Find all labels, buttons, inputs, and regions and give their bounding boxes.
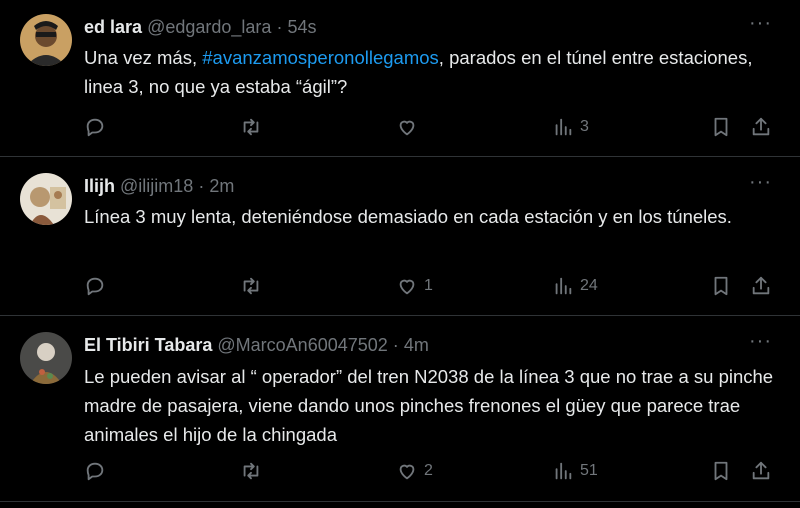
more-icon[interactable]: ··· bbox=[749, 330, 772, 353]
timestamp[interactable]: 54s bbox=[287, 17, 316, 37]
retweet-button[interactable] bbox=[240, 112, 262, 142]
reply-icon bbox=[86, 118, 104, 137]
display-name[interactable]: El Tibiri Tabara bbox=[84, 335, 212, 355]
timeline: ed lara @edgardo_lara · 54s ··· Una vez … bbox=[0, 0, 800, 508]
tweet-header: El Tibiri Tabara @MarcoAn60047502 · 4m bbox=[84, 335, 429, 356]
action-bar: 2 51 bbox=[84, 456, 784, 486]
views-button[interactable]: 3 bbox=[552, 112, 589, 142]
views-count: 51 bbox=[580, 462, 598, 479]
bookmark-button[interactable] bbox=[710, 112, 732, 142]
hashtag-link[interactable]: #avanzamosperonollegamos bbox=[202, 47, 439, 68]
share-button[interactable] bbox=[750, 112, 772, 142]
separator-dot: · bbox=[276, 17, 283, 37]
views-icon bbox=[555, 118, 572, 136]
retweet-button[interactable] bbox=[240, 456, 262, 486]
tweet[interactable]: El Tibiri Tabara @MarcoAn60047502 · 4m ·… bbox=[0, 316, 800, 502]
tweet-text-part: Una vez más, bbox=[84, 47, 203, 68]
like-icon bbox=[399, 464, 415, 480]
like-icon bbox=[399, 279, 415, 295]
bookmark-button[interactable] bbox=[710, 456, 732, 486]
reply-button[interactable] bbox=[84, 271, 106, 301]
retweet-icon bbox=[243, 118, 259, 136]
tweet-header: ed lara @edgardo_lara · 54s bbox=[84, 17, 316, 38]
timestamp[interactable]: 2m bbox=[209, 176, 234, 196]
reply-button[interactable] bbox=[84, 456, 106, 486]
timestamp[interactable]: 4m bbox=[404, 335, 429, 355]
user-handle[interactable]: @edgardo_lara bbox=[147, 17, 271, 37]
like-button[interactable]: 2 bbox=[396, 456, 433, 486]
tweet-text: Le pueden avisar al “ operador” del tren… bbox=[84, 366, 774, 445]
tweet-header: Ilijh @ilijim18 · 2m bbox=[84, 176, 234, 197]
like-button[interactable] bbox=[396, 112, 424, 142]
tweet[interactable]: ed lara @edgardo_lara · 54s ··· Una vez … bbox=[0, 0, 800, 157]
reply-icon bbox=[86, 277, 104, 296]
action-bar: 3 bbox=[84, 112, 784, 142]
action-bar: 1 24 bbox=[84, 271, 784, 301]
share-icon bbox=[752, 276, 770, 295]
views-count: 24 bbox=[580, 277, 598, 294]
tweet[interactable]: Ilijh @ilijim18 · 2m ··· Línea 3 muy len… bbox=[0, 157, 800, 316]
retweet-button[interactable] bbox=[240, 271, 262, 301]
like-icon bbox=[399, 120, 415, 136]
like-count: 1 bbox=[424, 277, 433, 294]
more-icon[interactable]: ··· bbox=[749, 171, 772, 194]
views-button[interactable]: 24 bbox=[552, 271, 598, 301]
user-handle[interactable]: @ilijim18 bbox=[120, 176, 193, 196]
display-name[interactable]: Ilijh bbox=[84, 176, 115, 196]
bookmark-icon bbox=[714, 117, 728, 137]
bookmark-icon bbox=[714, 276, 728, 296]
tweet-text: Una vez más, #avanzamosperonollegamos, p… bbox=[84, 43, 774, 101]
like-count: 2 bbox=[424, 462, 433, 479]
avatar[interactable] bbox=[20, 332, 72, 384]
share-button[interactable] bbox=[750, 456, 772, 486]
retweet-icon bbox=[243, 462, 259, 480]
bookmark-button[interactable] bbox=[710, 271, 732, 301]
retweet-icon bbox=[243, 277, 259, 295]
like-button[interactable]: 1 bbox=[396, 271, 433, 301]
reply-button[interactable] bbox=[84, 112, 106, 142]
user-handle[interactable]: @MarcoAn60047502 bbox=[217, 335, 387, 355]
avatar[interactable] bbox=[20, 14, 72, 66]
views-icon bbox=[555, 462, 572, 480]
avatar[interactable] bbox=[20, 173, 72, 225]
share-icon bbox=[752, 117, 770, 136]
views-count: 3 bbox=[580, 118, 589, 135]
separator-dot: · bbox=[392, 335, 399, 355]
views-icon bbox=[555, 277, 572, 295]
bookmark-icon bbox=[714, 461, 728, 481]
tweet-text: Línea 3 muy lenta, deteniéndose demasiad… bbox=[84, 206, 732, 227]
more-icon[interactable]: ··· bbox=[749, 12, 772, 35]
separator-dot: · bbox=[198, 176, 205, 196]
reply-icon bbox=[86, 462, 104, 481]
share-button[interactable] bbox=[750, 271, 772, 301]
display-name[interactable]: ed lara bbox=[84, 17, 142, 37]
share-icon bbox=[752, 461, 770, 480]
views-button[interactable]: 51 bbox=[552, 456, 598, 486]
